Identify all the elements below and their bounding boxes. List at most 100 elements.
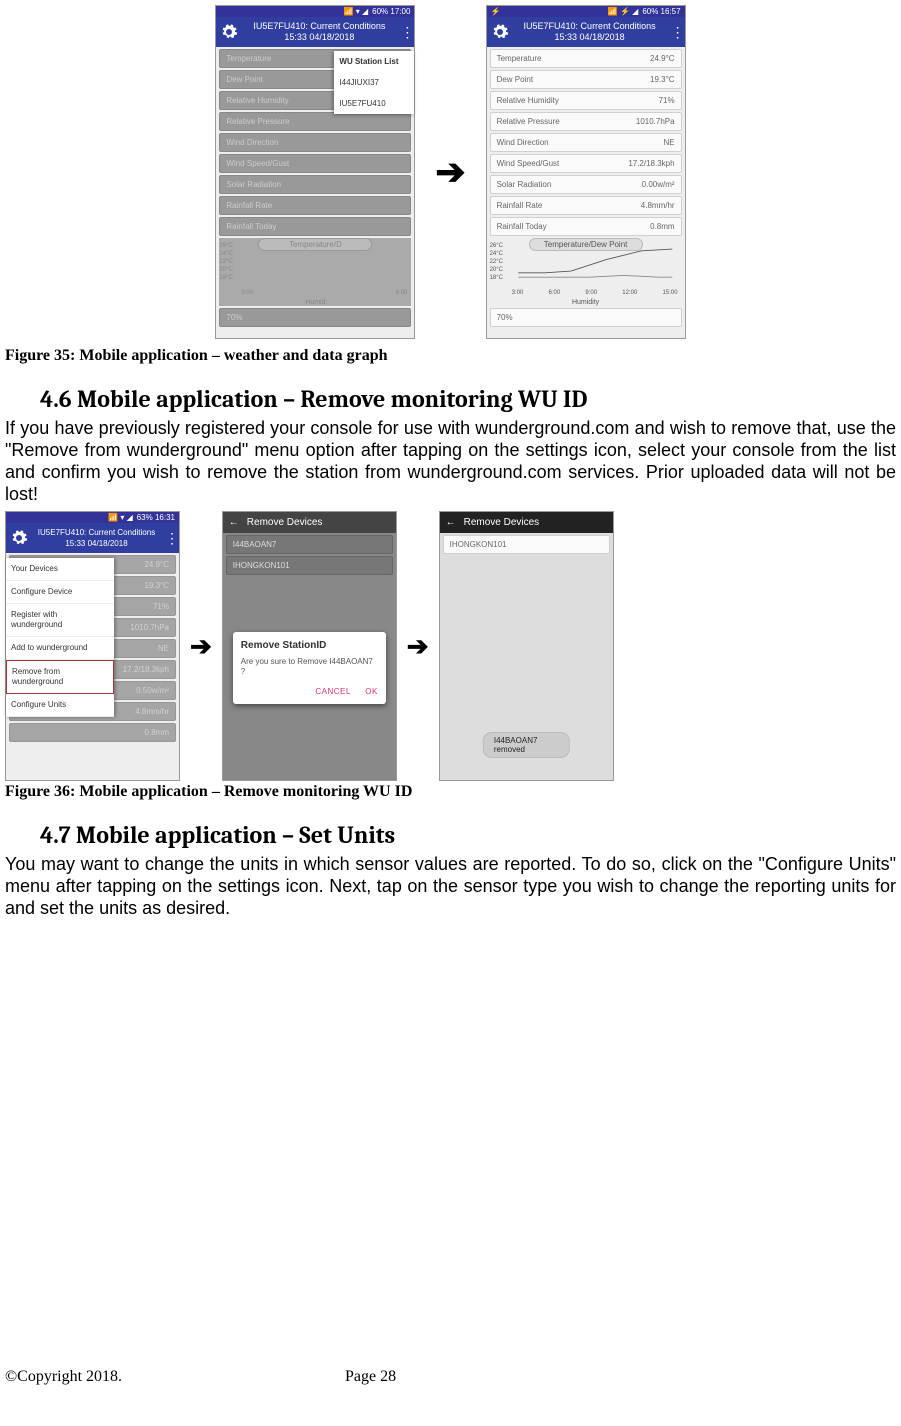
graph-area-dim: Temperature/D 26°C24°C22°C20°C18°C 3:006… — [219, 238, 411, 306]
graph-x-ticks: 3:006:009:0012:0015:00 — [512, 290, 678, 296]
figure-36-caption: Figure 36: Mobile application – Remove m… — [5, 783, 901, 801]
status-icons: 📶 ▾ ◢ — [108, 513, 133, 522]
more-icon[interactable]: ⋮ — [400, 27, 410, 37]
figure-36-row: 📶 ▾ ◢ 63% 16:31 IU5E7FU410: Current Cond… — [5, 511, 901, 781]
gear-icon[interactable] — [220, 23, 238, 41]
data-rows: Temperature24.9°C Dew Point19.3°C Relati… — [487, 49, 685, 236]
section-4-7-heading: 4.7 Mobile application – Set Units — [40, 821, 901, 849]
section-4-6-heading: 4.6 Mobile application – Remove monitori… — [40, 385, 901, 413]
status-icons: 📶 ⚡ ◢ — [608, 7, 639, 16]
table-row[interactable]: Temperature24.9°C — [490, 49, 682, 68]
more-icon[interactable]: ⋮ — [671, 27, 681, 37]
appbar-title-line2: 15:33 04/18/2018 — [242, 32, 396, 43]
table-row[interactable]: Rainfall Rate4.8mm/hr — [490, 196, 682, 215]
graph-axis-title: Humid — [219, 299, 411, 306]
graph-y-ticks: 26°C24°C22°C20°C18°C — [490, 242, 503, 282]
bottom-humidity-bar: 70% — [219, 308, 411, 327]
remove-header-title: Remove Devices — [464, 517, 540, 528]
table-row[interactable]: Solar Radiation0.00w/m² — [490, 175, 682, 194]
remove-header: ← Remove Devices — [223, 512, 396, 533]
table-row: Wind Direction — [219, 133, 411, 152]
bottom-humidity-bar: 70% — [490, 308, 682, 327]
dialog-body: Are you sure to Remove I44BAOAN7 ? — [241, 657, 378, 677]
drawer-item-configure-device[interactable]: Configure Device — [6, 581, 114, 604]
status-bar: 📶 ▾ ◢ 63% 16:31 — [6, 512, 179, 523]
menu-item[interactable]: I44JIUXI37 — [334, 72, 414, 93]
drawer-item-configure-units[interactable]: Configure Units — [6, 694, 114, 717]
graph-axis-title: Humidity — [490, 299, 682, 306]
wu-station-list-menu: WU Station List I44JIUXI37 IU5E7FU410 — [334, 51, 414, 114]
section-4-7-body: You may want to change the units in whic… — [5, 853, 896, 919]
dialog-title: Remove StationID — [241, 640, 378, 651]
remove-confirm-dialog: Remove StationID Are you sure to Remove … — [233, 632, 386, 704]
page-footer: ©Copyright 2018. Page 28 — [5, 1368, 895, 1386]
app-bar: IU5E7FU410: Current Conditions 15:33 04/… — [487, 17, 685, 47]
phone-fig36-mid: ← Remove Devices I44BAOAN7 IHONGKON101 R… — [222, 511, 397, 781]
table-row[interactable]: Dew Point19.3°C — [490, 70, 682, 89]
table-row: Relative Pressure — [219, 112, 411, 131]
appbar-title-line1: IU5E7FU410: Current Conditions — [32, 527, 161, 538]
table-row: Rainfall Today — [219, 217, 411, 236]
status-right: 63% 16:31 — [137, 513, 175, 522]
phone-fig35-left: 📶 ▾ ◢ 60% 17:00 IU5E7FU410: Current Cond… — [215, 5, 415, 339]
footer-page: Page 28 — [345, 1368, 396, 1386]
table-row: 0.8mm — [9, 723, 176, 742]
status-bar: 📶 ▾ ◢ 60% 17:00 — [216, 6, 414, 17]
list-item[interactable]: IHONGKON101 — [226, 556, 393, 575]
status-bar: ⚡ 📶 ⚡ ◢ 60% 16:57 — [487, 6, 685, 17]
back-icon[interactable]: ← — [446, 517, 456, 528]
table-row[interactable]: Rainfall Today0.8mm — [490, 217, 682, 236]
table-row[interactable]: Relative Pressure1010.7hPa — [490, 112, 682, 131]
drawer-item-register-wu[interactable]: Register with wunderground — [6, 604, 114, 637]
drawer-item-remove-wu[interactable]: Remove from wunderground — [6, 660, 114, 694]
ok-button[interactable]: OK — [365, 687, 378, 696]
phone-fig35-right: ⚡ 📶 ⚡ ◢ 60% 16:57 IU5E7FU410: Current Co… — [486, 5, 686, 339]
figure-35-row: 📶 ▾ ◢ 60% 17:00 IU5E7FU410: Current Cond… — [0, 5, 901, 339]
phone-fig36-left: 📶 ▾ ◢ 63% 16:31 IU5E7FU410: Current Cond… — [5, 511, 180, 781]
toast-removed: I44BAOAN7 removed — [483, 732, 570, 758]
dialog-buttons: CANCEL OK — [241, 687, 378, 696]
section-4-6-body: If you have previously registered your c… — [5, 417, 896, 505]
drawer-item-add-wu[interactable]: Add to wunderground — [6, 637, 114, 660]
gear-icon[interactable] — [10, 529, 28, 547]
remove-header: ← Remove Devices — [440, 512, 613, 533]
status-icons: 📶 ▾ ◢ — [344, 7, 369, 16]
appbar-title-line1: IU5E7FU410: Current Conditions — [242, 21, 396, 32]
figure-35-caption: Figure 35: Mobile application – weather … — [5, 347, 901, 365]
phone-fig36-right: ← Remove Devices IHONGKON101 I44BAOAN7 r… — [439, 511, 614, 781]
appbar-title: IU5E7FU410: Current Conditions 15:33 04/… — [32, 527, 161, 549]
appbar-title-line2: 15:33 04/18/2018 — [513, 32, 667, 43]
arrow-right-icon: ➔ — [435, 154, 465, 190]
graph-title-pill: Temperature/D — [258, 238, 372, 251]
footer-copyright: ©Copyright 2018. — [5, 1368, 345, 1386]
remove-header-title: Remove Devices — [247, 517, 323, 528]
gear-icon[interactable] — [491, 23, 509, 41]
status-left: ⚡ — [491, 7, 501, 16]
table-row[interactable]: Wind DirectionNE — [490, 133, 682, 152]
drawer-item-your-devices[interactable]: Your Devices — [6, 558, 114, 581]
menu-header: WU Station List — [334, 51, 414, 72]
status-right: 60% 17:00 — [372, 7, 410, 16]
line-chart — [510, 242, 685, 286]
arrow-right-icon: ➔ — [190, 631, 212, 662]
graph-area: Temperature/Dew Point 26°C24°C22°C20°C18… — [490, 238, 682, 306]
settings-drawer: Your Devices Configure Device Register w… — [6, 558, 114, 717]
table-row: Wind Speed/Gust — [219, 154, 411, 173]
app-bar: IU5E7FU410: Current Conditions 15:33 04/… — [216, 17, 414, 47]
back-icon[interactable]: ← — [229, 517, 239, 528]
more-icon[interactable]: ⋮ — [165, 533, 175, 543]
appbar-title-line2: 15:33 04/18/2018 — [32, 538, 161, 549]
status-right: 60% 16:57 — [642, 7, 680, 16]
arrow-right-icon: ➔ — [407, 631, 429, 662]
appbar-title: IU5E7FU410: Current Conditions 15:33 04/… — [513, 21, 667, 43]
list-item[interactable]: I44BAOAN7 — [226, 535, 393, 554]
table-row: Rainfall Rate — [219, 196, 411, 215]
app-bar: IU5E7FU410: Current Conditions 15:33 04/… — [6, 523, 179, 553]
table-row[interactable]: Relative Humidity71% — [490, 91, 682, 110]
list-item[interactable]: IHONGKON101 — [443, 535, 610, 554]
table-row[interactable]: Wind Speed/Gust17.2/18.3kph — [490, 154, 682, 173]
appbar-title: IU5E7FU410: Current Conditions 15:33 04/… — [242, 21, 396, 43]
cancel-button[interactable]: CANCEL — [315, 687, 350, 696]
graph-x-ticks: 3:006:00 — [241, 290, 407, 296]
menu-item[interactable]: IU5E7FU410 — [334, 93, 414, 114]
